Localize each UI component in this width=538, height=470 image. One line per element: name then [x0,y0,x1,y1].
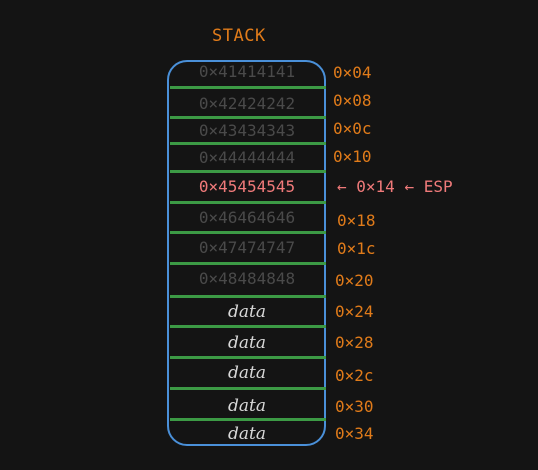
stack-cell-value: 0×44444444 [198,148,296,167]
stack-cell-value: 0×47474747 [198,238,296,257]
stack-divider [170,262,326,265]
stack-divider [170,201,326,204]
esp-register-label: ESP [423,177,453,196]
stack-address-label: 0×2c [335,366,374,385]
stack-address-label: 0×34 [335,424,374,443]
stack-divider [170,295,326,298]
stack-cell-value: 0×41414141 [198,62,296,81]
stack-address-label: 0×08 [333,91,372,110]
stack-address-label: 0×30 [335,397,374,416]
pointer-address: 0×14 [356,177,395,196]
stack-title: STACK [212,26,266,46]
stack-address-label: 0×04 [333,63,372,82]
stack-cell-data: data [228,333,266,353]
stack-divider [170,170,326,173]
stack-divider [170,86,326,89]
stack-address-label: 0×28 [335,333,374,352]
stack-cell-value: 0×42424242 [198,94,296,113]
stack-divider [170,387,326,390]
pointer-arrow-left: ← [337,177,347,196]
stack-cell-data: data [228,363,266,383]
stack-cell-data: data [228,302,266,322]
stack-divider [170,356,326,359]
stack-divider [170,325,326,328]
stack-divider [170,231,326,234]
esp-pointer: ← 0×14 ← ESP [337,177,453,197]
stack-cell-data: data [228,396,266,416]
stack-address-label: 0×24 [335,302,374,321]
stack-cell-value: 0×43434343 [198,121,296,140]
stack-cell-value: 0×48484848 [198,269,296,288]
stack-cell-data: data [228,424,266,444]
stack-cell-value: 0×46464646 [198,208,296,227]
pointer-arrow-right: ← [404,177,415,196]
stack-divider [170,116,326,119]
stack-divider [170,418,326,421]
stack-divider [170,142,326,145]
stack-address-label: 0×18 [337,211,376,230]
stack-address-label: 0×10 [333,147,372,166]
stack-address-label: 0×20 [335,271,374,290]
stack-address-label: 0×1c [337,239,376,258]
stack-address-label: 0×0c [333,119,372,138]
stack-cell-value: 0×45454545 [198,177,296,196]
